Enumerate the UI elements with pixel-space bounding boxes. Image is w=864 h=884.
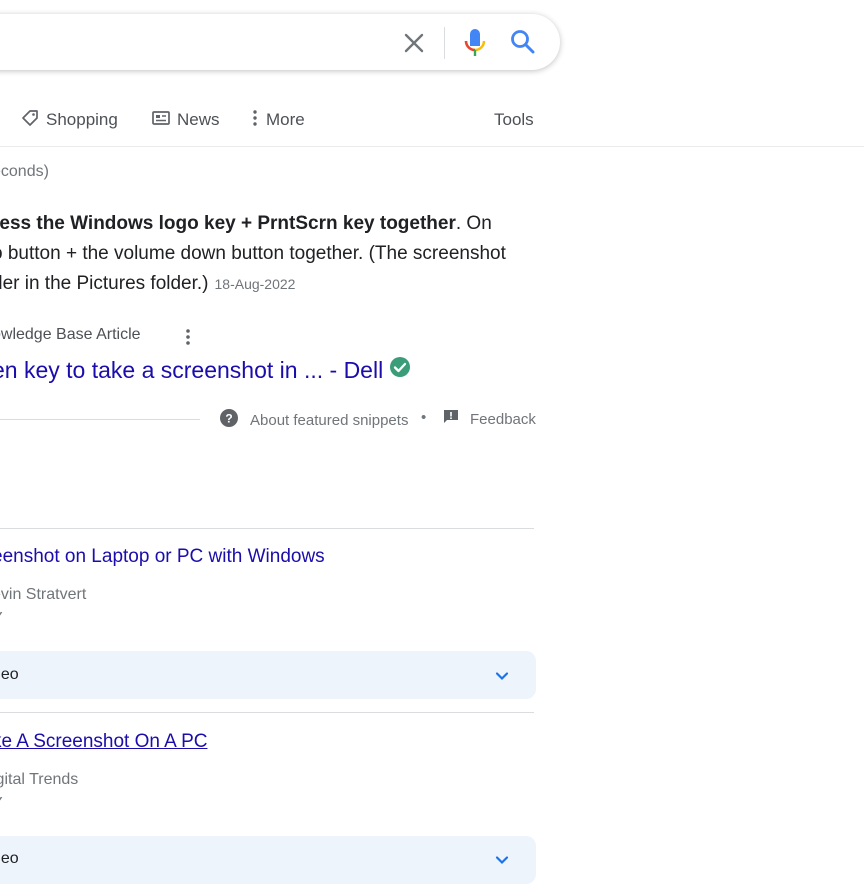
result-source: evin Stratvert xyxy=(0,586,87,603)
search-divider xyxy=(444,27,445,59)
chevron-down-icon[interactable] xyxy=(493,851,511,869)
video-label: deo xyxy=(0,666,19,683)
mic-icon[interactable] xyxy=(463,28,487,58)
feedback-icon xyxy=(443,409,459,429)
snippet-date: 18-Aug-2022 xyxy=(214,276,296,292)
snippet-menu-icon[interactable] xyxy=(183,327,193,347)
newspaper-icon xyxy=(151,108,171,133)
about-featured-snippets[interactable]: ? About featured snippets xyxy=(220,409,408,431)
svg-text:?: ? xyxy=(225,412,232,426)
snippet-line-2: o button + the volume down button togeth… xyxy=(0,243,506,264)
search-input[interactable] xyxy=(10,30,380,54)
footer-bullet: • xyxy=(421,409,427,426)
snippet-text: der in the Pictures folder.) xyxy=(0,273,209,294)
video-expander[interactable] xyxy=(0,651,536,699)
tag-icon xyxy=(20,108,40,133)
close-icon[interactable] xyxy=(402,31,426,55)
more-vert-icon xyxy=(250,108,260,133)
about-label: About featured snippets xyxy=(250,411,409,429)
snippet-line-1: ress the Windows logo key + PrntScrn key… xyxy=(0,209,492,239)
result-stats: econds) xyxy=(0,163,49,180)
tabs-divider xyxy=(0,146,864,147)
help-icon: ? xyxy=(220,409,238,431)
snippet-source: owledge Base Article xyxy=(0,326,141,343)
video-expander[interactable] xyxy=(0,836,536,884)
search-icon[interactable] xyxy=(510,29,536,55)
result-title[interactable]: ke A Screenshot On A PC xyxy=(0,731,207,753)
result-meta: Y xyxy=(0,795,3,813)
verified-check-icon xyxy=(389,356,411,384)
tab-label: Shopping xyxy=(46,110,118,129)
tab-label: More xyxy=(266,110,305,129)
tab-more[interactable]: More xyxy=(250,106,305,134)
result-divider xyxy=(0,528,534,529)
tools-button[interactable]: Tools xyxy=(494,106,534,134)
chevron-down-icon[interactable] xyxy=(493,667,511,685)
tools-label: Tools xyxy=(494,110,534,129)
feedback-label: Feedback xyxy=(470,410,536,428)
snippet-rest: . On xyxy=(455,213,492,234)
snippet-footer-line xyxy=(0,419,200,420)
tab-news[interactable]: News xyxy=(151,106,220,134)
snippet-link-title: en key to take a screenshot in ... - Del… xyxy=(0,356,384,383)
feedback-button[interactable]: Feedback xyxy=(443,409,536,429)
result-meta: Y xyxy=(0,610,3,628)
result-divider xyxy=(0,712,534,713)
tab-shopping[interactable]: Shopping xyxy=(20,106,118,134)
result-title[interactable]: eenshot on Laptop or PC with Windows xyxy=(0,546,325,568)
snippet-link[interactable]: en key to take a screenshot in ... - Del… xyxy=(0,356,411,384)
snippet-line-3: der in the Pictures folder.) 18-Aug-2022 xyxy=(0,269,295,299)
tab-label: News xyxy=(177,110,220,129)
snippet-bold: ress the Windows logo key + PrntScrn key… xyxy=(0,213,456,234)
video-label: deo xyxy=(0,850,19,867)
result-source: igital Trends xyxy=(0,771,79,788)
